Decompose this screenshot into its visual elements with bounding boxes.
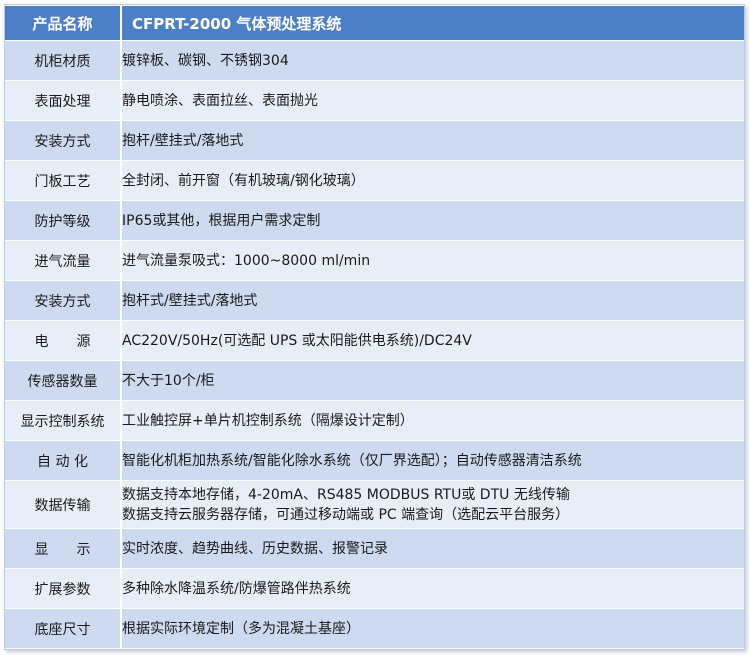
row-value: 抱杆式/壁挂式/落地式: [121, 280, 744, 321]
row-value: 进气流量泵吸式：1000~8000 ml/min: [121, 240, 744, 281]
row-value-line: 根据实际环境定制（多为混凝土基座）: [122, 620, 360, 637]
row-label: 安装方式: [5, 120, 122, 161]
table-row: 电 源 AC220V/50Hz(可选配 UPS 或太阳能供电系统)/DC24V: [5, 320, 744, 361]
row-value-line: AC220V/50Hz(可选配 UPS 或太阳能供电系统)/DC24V: [122, 332, 472, 349]
row-label: 表面处理: [5, 80, 122, 121]
row-value-line: 数据支持本地存储，4-20mA、RS485 MODBUS RTU或 DTU 无线…: [122, 486, 570, 503]
table-row: 进气流量 进气流量泵吸式：1000~8000 ml/min: [5, 240, 744, 281]
row-value-line: 抱杆/壁挂式/落地式: [122, 132, 244, 149]
row-value: 根据实际环境定制（多为混凝土基座）: [121, 608, 744, 649]
row-value-line: 智能化机柜加热系统/智能化除水系统（仅厂界选配）；自动传感器清洁系统: [122, 452, 582, 469]
row-value-line: 抱杆式/壁挂式/落地式: [122, 292, 258, 309]
row-value-line: 实时浓度、趋势曲线、历史数据、报警记录: [122, 540, 388, 557]
row-value: 不大于10个/柜: [121, 360, 744, 401]
table-row: 传感器数量 不大于10个/柜: [5, 360, 744, 401]
row-value: 全封闭、前开窗（有机玻璃/钢化玻璃）: [121, 160, 744, 201]
row-value-line: 进气流量泵吸式：1000~8000 ml/min: [122, 252, 371, 269]
row-value: AC220V/50Hz(可选配 UPS 或太阳能供电系统)/DC24V: [121, 320, 744, 361]
spec-table: 产品名称 CFPRT-2000 气体预处理系统 机柜材质 镀锌板、碳钢、不锈钢30…: [5, 5, 744, 649]
row-value: 静电喷涂、表面拉丝、表面抛光: [121, 80, 744, 121]
table-header-row: 产品名称 CFPRT-2000 气体预处理系统: [5, 5, 744, 41]
row-label: 显 示: [5, 528, 122, 569]
row-value: 抱杆/壁挂式/落地式: [121, 120, 744, 161]
row-value-line: IP65或其他，根据用户需求定制: [122, 212, 321, 229]
row-label: 防护等级: [5, 200, 122, 241]
table-row: 自 动 化智能化机柜加热系统/智能化除水系统（仅厂界选配）；自动传感器清洁系统: [5, 440, 744, 481]
row-label: 显示控制系统: [5, 400, 122, 441]
row-value-line: 不大于10个/柜: [122, 372, 215, 389]
product-name: CFPRT-2000 气体预处理系统: [121, 5, 744, 41]
table-row: 安装方式 抱杆式/壁挂式/落地式: [5, 280, 744, 321]
row-label: 数据传输: [5, 480, 122, 529]
row-label: 安装方式: [5, 280, 122, 321]
table-row: 防护等级 IP65或其他，根据用户需求定制: [5, 200, 744, 241]
spec-table-body: 机柜材质 镀锌板、碳钢、不锈钢304 表面处理 静电喷涂、表面拉丝、表面抛光 安装方式抱…: [5, 40, 744, 649]
row-label: 门板工艺: [5, 160, 122, 201]
table-row: 显示控制系统 工业触控屏+单片机控制系统（隔爆设计定制）: [5, 400, 744, 441]
row-value-line: 全封闭、前开窗（有机玻璃/钢化玻璃）: [122, 172, 365, 189]
row-value: IP65或其他，根据用户需求定制: [121, 200, 744, 241]
table-row: 显 示实时浓度、趋势曲线、历史数据、报警记录: [5, 528, 744, 569]
row-label: 进气流量: [5, 240, 122, 281]
row-value-line: 工业触控屏+单片机控制系统（隔爆设计定制）: [122, 412, 414, 429]
row-value: 多种除水降温系统/防爆管路伴热系统: [121, 568, 744, 609]
row-value-line: 多种除水降温系统/防爆管路伴热系统: [122, 580, 351, 597]
header-label: 产品名称: [5, 5, 122, 41]
row-value: 工业触控屏+单片机控制系统（隔爆设计定制）: [121, 400, 744, 441]
table-row: 扩展参数 多种除水降温系统/防爆管路伴热系统: [5, 568, 744, 609]
row-value: 实时浓度、趋势曲线、历史数据、报警记录: [121, 528, 744, 569]
row-label: 电 源: [5, 320, 122, 361]
row-value: 镀锌板、碳钢、不锈钢304: [121, 40, 744, 81]
row-value: 数据支持本地存储，4-20mA、RS485 MODBUS RTU或 DTU 无线…: [121, 480, 744, 529]
row-value: 智能化机柜加热系统/智能化除水系统（仅厂界选配）；自动传感器清洁系统: [121, 440, 744, 481]
spec-table-frame: 产品名称 CFPRT-2000 气体预处理系统 机柜材质 镀锌板、碳钢、不锈钢30…: [4, 4, 745, 650]
table-row: 底座尺寸 根据实际环境定制（多为混凝土基座）: [5, 608, 744, 649]
table-row: 门板工艺 全封闭、前开窗（有机玻璃/钢化玻璃）: [5, 160, 744, 201]
row-value-line: 静电喷涂、表面拉丝、表面抛光: [122, 92, 318, 109]
table-row: 表面处理 静电喷涂、表面拉丝、表面抛光: [5, 80, 744, 121]
row-label: 扩展参数: [5, 568, 122, 609]
row-label: 传感器数量: [5, 360, 122, 401]
table-row: 数据传输 数据支持本地存储，4-20mA、RS485 MODBUS RTU或 DT…: [5, 480, 744, 529]
table-row: 安装方式 抱杆/壁挂式/落地式: [5, 120, 744, 161]
row-value-line: 镀锌板、碳钢、不锈钢304: [122, 52, 289, 69]
row-label: 机柜材质: [5, 40, 122, 81]
row-label: 自 动 化: [5, 440, 122, 481]
row-label: 底座尺寸: [5, 608, 122, 649]
table-row: 机柜材质 镀锌板、碳钢、不锈钢304: [5, 40, 744, 81]
row-value-line: 数据支持云服务器存储，可通过移动端或 PC 端查询（选配云平台服务）: [122, 506, 570, 523]
